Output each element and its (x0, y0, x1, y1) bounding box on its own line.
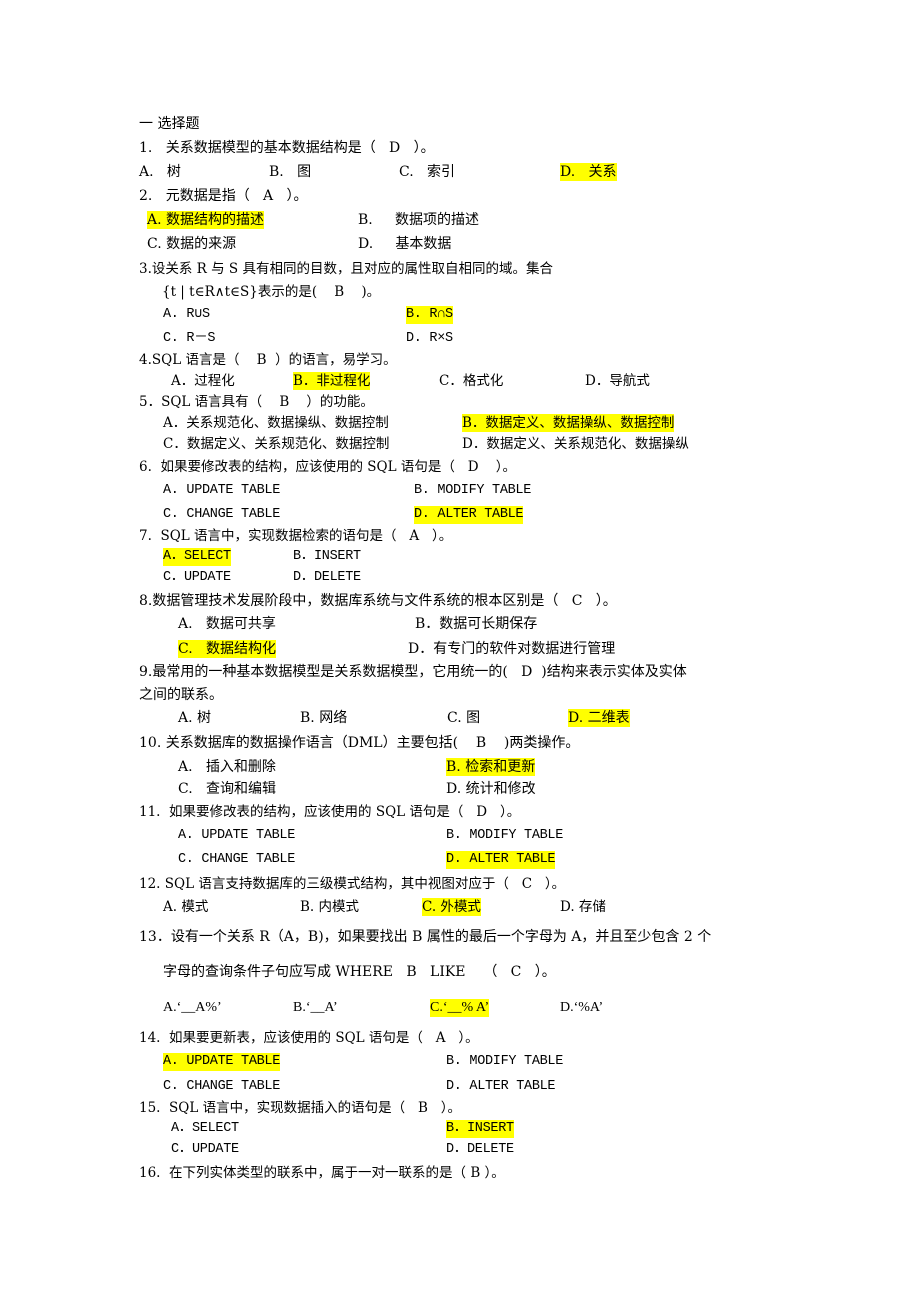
question-5-option-c: C．数据定义、关系规范化、数据控制 (163, 436, 390, 452)
question-10-option-d: D. 统计和修改 (446, 781, 536, 797)
question-8-stem: 8.数据管理技术发展阶段中，数据库系统与文件系统的根本区别是（ C ）。 (139, 593, 617, 609)
question-9-option-c: C. 图 (447, 710, 481, 726)
question-13-option-c-answer: C.‘__% A’ (430, 999, 490, 1017)
question-14-option-a-answer: A. UPDATE TABLE (163, 1053, 281, 1071)
question-11-option-b: B. MODIFY TABLE (446, 828, 564, 843)
question-9-option-b: B. 网络 (300, 710, 348, 726)
question-2-stem: 2. 元数据是指（ A ）。 (139, 188, 308, 204)
question-6-option-d-answer: D. ALTER TABLE (414, 506, 524, 524)
question-10-option-c: C. 查询和编辑 (178, 781, 277, 797)
question-7-option-c: C．UPDATE (163, 570, 231, 585)
question-14-option-b: B. MODIFY TABLE (446, 1054, 564, 1069)
question-4-stem: 4.SQL 语言是（ B ）的语言，易学习。 (139, 352, 397, 368)
question-13-option-a: A.‘__A%’ (163, 1000, 222, 1015)
question-9-stem: 9.最常用的一种基本数据模型是关系数据模型，它用统一的( D )结构来表示实体及… (139, 664, 687, 680)
question-16-stem: 16. 在下列实体类型的联系中，属于一对一联系的是（ B ）。 (139, 1165, 505, 1181)
question-3-option-b-answer: B. R∩S (406, 306, 453, 324)
question-3-stem-line2: {t | t∈R∧t∈S}表示的是( B )。 (162, 284, 381, 300)
question-3-option-a: A. R∪S (163, 307, 210, 322)
question-7-stem: 7. SQL 语言中，实现数据检索的语句是（ A ）。 (139, 528, 453, 544)
question-1-option-b: B. 图 (269, 164, 312, 180)
question-5-option-a: A．关系规范化、数据操纵、数据控制 (163, 415, 389, 431)
question-15-option-c: C．UPDATE (171, 1142, 239, 1157)
question-15-option-a: A．SELECT (171, 1121, 239, 1136)
question-12-option-a: A. 模式 (163, 899, 209, 915)
question-6-stem: 6. 如果要修改表的结构，应该使用的 SQL 语句是（ D ）。 (139, 459, 516, 475)
question-5-option-d: D．数据定义、关系规范化、数据操纵 (462, 436, 689, 452)
question-11-option-c: C. CHANGE TABLE (178, 852, 296, 867)
question-12-option-b: B. 内模式 (300, 899, 360, 915)
question-12-option-d: D. 存储 (560, 899, 606, 915)
question-4-option-c: C．格式化 (439, 373, 504, 389)
section-title: 一 选择题 (139, 116, 200, 132)
question-13-option-b: B.‘__A’ (293, 1000, 338, 1015)
question-11-option-a: A. UPDATE TABLE (178, 828, 296, 843)
question-5-stem: 5．SQL 语言具有（ B ）的功能。 (139, 394, 374, 410)
question-6-option-b: B. MODIFY TABLE (414, 483, 532, 498)
question-14-option-c: C. CHANGE TABLE (163, 1079, 281, 1094)
question-2-option-d: D. 基本数据 (358, 236, 452, 252)
question-6-option-c: C. CHANGE TABLE (163, 507, 281, 522)
question-8-option-d: D．有专门的软件对数据进行管理 (408, 641, 616, 657)
question-3-option-c: C. R－S (163, 331, 216, 346)
question-7-option-a-answer: A．SELECT (163, 548, 231, 566)
question-10-option-b-answer: B. 检索和更新 (446, 758, 536, 776)
question-13-stem-line2: 字母的查询条件子句应写成 WHERE B LIKE （ C ）。 (163, 964, 556, 980)
question-14-stem: 14. 如果要更新表，应该使用的 SQL 语句是（ A ）。 (139, 1030, 479, 1046)
question-15-stem: 15. SQL 语言中，实现数据插入的语句是（ B ）。 (139, 1100, 462, 1116)
question-14-option-d: D. ALTER TABLE (446, 1079, 556, 1094)
question-9-stem-line2: 之间的联系。 (139, 687, 223, 703)
question-3-stem: 3.设关系 R 与 S 具有相同的目数，且对应的属性取自相同的域。集合 (139, 261, 553, 277)
question-15-option-d: D．DELETE (446, 1142, 514, 1157)
question-4-option-b-answer: B．非过程化 (293, 372, 371, 390)
question-9-option-d-answer: D. 二维表 (568, 709, 630, 727)
question-3-option-d: D. R×S (406, 331, 453, 346)
question-8-option-b: B．数据可长期保存 (415, 616, 538, 632)
question-8-option-a: A. 数据可共享 (178, 616, 276, 632)
question-1-option-d-answer: D. 关系 (560, 163, 617, 181)
question-12-stem: 12. SQL 语言支持数据库的三级模式结构，其中视图对应于（ C ）。 (139, 876, 566, 892)
question-1-option-a: A. 树 (139, 164, 181, 180)
question-6-option-a: A. UPDATE TABLE (163, 483, 281, 498)
question-1-option-c: C. 索引 (399, 164, 456, 180)
question-15-option-b-answer: B．INSERT (446, 1120, 514, 1138)
question-8-option-c-answer: C. 数据结构化 (178, 640, 277, 658)
question-11-stem: 11. 如果要修改表的结构，应该使用的 SQL 语句是（ D ）。 (139, 804, 521, 820)
question-11-option-d-answer: D. ALTER TABLE (446, 851, 556, 869)
question-7-option-b: B．INSERT (293, 549, 361, 564)
question-10-option-a: A. 插入和删除 (178, 759, 276, 775)
question-2-option-b: B. 数据项的描述 (358, 212, 479, 228)
question-1-stem: 1. 关系数据模型的基本数据结构是（ D ）。 (139, 140, 435, 156)
question-2-option-a-answer: A. 数据结构的描述 (147, 211, 265, 229)
question-13-option-d: D.‘%A’ (560, 1000, 604, 1015)
question-4-option-a: A．过程化 (171, 373, 235, 389)
question-10-stem: 10. 关系数据库的数据操作语言（DML）主要包括( B )两类操作。 (139, 735, 580, 751)
question-12-option-c-answer: C. 外模式 (422, 898, 481, 916)
question-2-option-c: C. 数据的来源 (147, 236, 237, 252)
question-7-option-d: D．DELETE (293, 570, 361, 585)
question-4-option-d: D．导航式 (585, 373, 650, 389)
question-13-stem: 13．设有一个关系 R（A，B)，如果要找出 B 属性的最后一个字母为 A，并且… (139, 929, 712, 945)
question-5-option-b-answer: B．数据定义、数据操纵、数据控制 (462, 414, 675, 432)
question-9-option-a: A. 树 (178, 710, 212, 726)
